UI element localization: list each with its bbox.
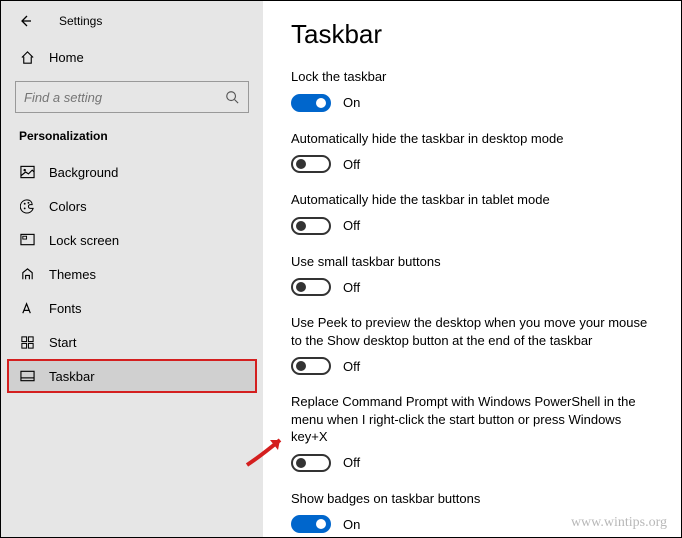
toggle-state: Off [343, 455, 360, 470]
sidebar-item-themes[interactable]: Themes [1, 257, 263, 291]
toggle-state: Off [343, 280, 360, 295]
home-icon [19, 49, 35, 65]
setting-powershell: Replace Command Prompt with Windows Powe… [291, 393, 653, 472]
sidebar-item-label: Fonts [49, 301, 82, 316]
back-arrow-icon [18, 14, 32, 28]
toggle-state: Off [343, 218, 360, 233]
start-icon [19, 334, 35, 350]
themes-icon [19, 266, 35, 282]
setting-label: Lock the taskbar [291, 68, 653, 86]
sidebar-item-label: Lock screen [49, 233, 119, 248]
sidebar: Settings Home Personalization Background… [1, 1, 263, 537]
toggle-lock-taskbar[interactable] [291, 94, 331, 112]
main-panel: Taskbar Lock the taskbar On Automaticall… [263, 1, 681, 537]
page-title: Taskbar [291, 19, 653, 50]
setting-label: Use Peek to preview the desktop when you… [291, 314, 653, 349]
lock-screen-icon [19, 232, 35, 248]
section-title: Personalization [1, 123, 263, 155]
setting-label: Use small taskbar buttons [291, 253, 653, 271]
sidebar-item-label: Themes [49, 267, 96, 282]
setting-lock-taskbar: Lock the taskbar On [291, 68, 653, 112]
toggle-state: Off [343, 157, 360, 172]
setting-peek: Use Peek to preview the desktop when you… [291, 314, 653, 375]
sidebar-home-label: Home [49, 50, 84, 65]
toggle-state: On [343, 517, 360, 532]
setting-autohide-desktop: Automatically hide the taskbar in deskto… [291, 130, 653, 174]
setting-label: Show badges on taskbar buttons [291, 490, 653, 508]
sidebar-item-label: Background [49, 165, 118, 180]
search-icon [224, 89, 240, 105]
sidebar-item-colors[interactable]: Colors [1, 189, 263, 223]
sidebar-item-background[interactable]: Background [1, 155, 263, 189]
toggle-powershell[interactable] [291, 454, 331, 472]
toggle-badges[interactable] [291, 515, 331, 533]
toggle-state: Off [343, 359, 360, 374]
toggle-small-buttons[interactable] [291, 278, 331, 296]
picture-icon [19, 164, 35, 180]
sidebar-item-lock-screen[interactable]: Lock screen [1, 223, 263, 257]
sidebar-home[interactable]: Home [1, 39, 263, 75]
setting-label: Replace Command Prompt with Windows Powe… [291, 393, 653, 446]
search-box[interactable] [15, 81, 249, 113]
window-header: Settings [1, 1, 263, 39]
toggle-autohide-tablet[interactable] [291, 217, 331, 235]
palette-icon [19, 198, 35, 214]
taskbar-icon [19, 368, 35, 384]
sidebar-item-fonts[interactable]: Fonts [1, 291, 263, 325]
fonts-icon [19, 300, 35, 316]
setting-small-buttons: Use small taskbar buttons Off [291, 253, 653, 297]
toggle-autohide-desktop[interactable] [291, 155, 331, 173]
setting-label: Automatically hide the taskbar in deskto… [291, 130, 653, 148]
setting-autohide-tablet: Automatically hide the taskbar in tablet… [291, 191, 653, 235]
watermark: www.wintips.org [571, 515, 667, 531]
setting-label: Automatically hide the taskbar in tablet… [291, 191, 653, 209]
sidebar-item-label: Colors [49, 199, 87, 214]
back-button[interactable] [15, 11, 35, 31]
toggle-peek[interactable] [291, 357, 331, 375]
window-title: Settings [59, 14, 102, 28]
toggle-state: On [343, 95, 360, 110]
sidebar-item-start[interactable]: Start [1, 325, 263, 359]
sidebar-item-taskbar[interactable]: Taskbar [7, 359, 257, 393]
sidebar-item-label: Start [49, 335, 76, 350]
search-input[interactable] [24, 90, 224, 105]
sidebar-item-label: Taskbar [49, 369, 95, 384]
